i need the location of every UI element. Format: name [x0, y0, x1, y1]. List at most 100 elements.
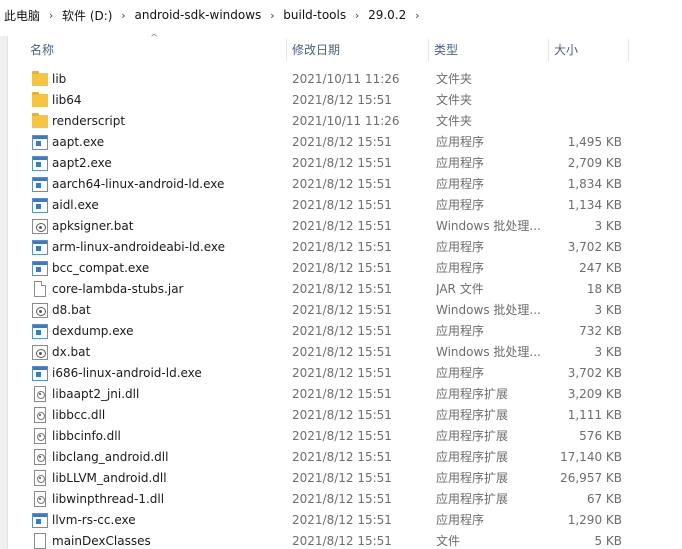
file-row[interactable]: libaapt2_jni.dll 2021/8/12 15:51 应用程序扩展 3,2…: [24, 384, 682, 405]
file-modified-date: 2021/8/12 15:51: [292, 450, 392, 464]
file-name: apksigner.bat: [52, 219, 134, 233]
file-size: 3 KB: [594, 219, 622, 233]
column-header-date[interactable]: 修改日期: [286, 35, 428, 65]
file-row[interactable]: mainDexClasses 2021/8/12 15:51 文件 5 KB: [24, 531, 682, 549]
file-modified-date: 2021/8/12 15:51: [292, 324, 392, 338]
file-type: 应用程序: [436, 513, 485, 527]
chevron-right-icon[interactable]: ›: [408, 9, 426, 22]
file-row[interactable]: renderscript 2021/10/11 11:26 文件夹: [24, 111, 682, 132]
file-row[interactable]: llvm-rs-cc.exe 2021/8/12 15:51 应用程序 1,290 K…: [24, 510, 682, 531]
file-name: aapt2.exe: [52, 156, 112, 170]
file-modified-date: 2021/10/11 11:26: [292, 114, 400, 128]
file-name: dx.bat: [52, 345, 91, 359]
file-size: 67 KB: [586, 492, 622, 506]
chevron-right-icon[interactable]: ›: [263, 9, 281, 22]
file-type: 文件夹: [436, 93, 473, 107]
file-size: 1,290 KB: [567, 513, 622, 527]
dll-icon: [34, 470, 46, 486]
chevron-right-icon[interactable]: ›: [114, 9, 132, 22]
file-size: 1,134 KB: [567, 198, 622, 212]
file-size: 26,957 KB: [560, 471, 622, 485]
bat-icon: [32, 345, 48, 360]
file-row[interactable]: apksigner.bat 2021/8/12 15:51 Windows 批处理.…: [24, 216, 682, 237]
file-name: bcc_compat.exe: [52, 261, 150, 275]
file-name: libwinpthread-1.dll: [52, 492, 165, 506]
file-modified-date: 2021/8/12 15:51: [292, 513, 392, 527]
file-size: 732 KB: [579, 324, 622, 338]
exe-icon: [32, 177, 48, 192]
file-modified-date: 2021/10/11 11:26: [292, 72, 400, 86]
breadcrumb-item-current-folder[interactable]: 29.0.2: [366, 8, 408, 22]
file-type: 应用程序扩展: [436, 471, 509, 485]
file-row[interactable]: libwinpthread-1.dll 2021/8/12 15:51 应用程序扩展…: [24, 489, 682, 510]
file-name: libbcinfo.dll: [52, 429, 121, 443]
file-row[interactable]: aapt2.exe 2021/8/12 15:51 应用程序 2,709 KB: [24, 153, 682, 174]
breadcrumb-item-android-sdk[interactable]: android-sdk-windows: [132, 8, 263, 22]
file-modified-date: 2021/8/12 15:51: [292, 135, 392, 149]
file-modified-date: 2021/8/12 15:51: [292, 471, 392, 485]
file-modified-date: 2021/8/12 15:51: [292, 492, 392, 506]
dll-icon: [34, 407, 46, 423]
file-row[interactable]: d8.bat 2021/8/12 15:51 Windows 批处理... 3 KB: [24, 300, 682, 321]
column-divider[interactable]: [628, 39, 629, 61]
file-modified-date: 2021/8/12 15:51: [292, 534, 392, 548]
file-row[interactable]: dx.bat 2021/8/12 15:51 Windows 批处理... 3 KB: [24, 342, 682, 363]
file-row[interactable]: core-lambda-stubs.jar 2021/8/12 15:51 JAR …: [24, 279, 682, 300]
file-size: 3,209 KB: [567, 387, 622, 401]
file-row[interactable]: lib64 2021/8/12 15:51 文件夹: [24, 90, 682, 111]
file-icon: [34, 533, 46, 549]
file-type: JAR 文件: [436, 282, 484, 296]
file-modified-date: 2021/8/12 15:51: [292, 366, 392, 380]
file-size: 1,834 KB: [567, 177, 622, 191]
breadcrumb: 此电脑 › 软件 (D:) › android-sdk-windows › bu…: [0, 0, 682, 30]
file-row[interactable]: libbcinfo.dll 2021/8/12 15:51 应用程序扩展 576 KB: [24, 426, 682, 447]
file-type: 应用程序: [436, 324, 485, 338]
column-header-type[interactable]: 类型: [428, 35, 548, 65]
file-type: 应用程序: [436, 177, 485, 191]
file-row[interactable]: dexdump.exe 2021/8/12 15:51 应用程序 732 KB: [24, 321, 682, 342]
file-row[interactable]: arm-linux-androideabi-ld.exe 2021/8/12 15…: [24, 237, 682, 258]
column-header-name[interactable]: 名称: [24, 35, 284, 65]
file-type: 应用程序: [436, 240, 485, 254]
file-row[interactable]: libLLVM_android.dll 2021/8/12 15:51 应用程序扩展…: [24, 468, 682, 489]
file-size: 247 KB: [579, 261, 622, 275]
file-type: 应用程序: [436, 198, 485, 212]
file-modified-date: 2021/8/12 15:51: [292, 177, 392, 191]
file-type: 应用程序扩展: [436, 408, 509, 422]
breadcrumb-item-this-pc[interactable]: 此电脑: [2, 7, 42, 24]
dll-icon: [34, 386, 46, 402]
file-row[interactable]: lib 2021/10/11 11:26 文件夹: [24, 69, 682, 90]
exe-icon: [32, 513, 48, 528]
file-row[interactable]: libclang_android.dll 2021/8/12 15:51 应用程序扩…: [24, 447, 682, 468]
file-name: dexdump.exe: [52, 324, 134, 338]
file-type: Windows 批处理...: [436, 219, 541, 233]
file-type: Windows 批处理...: [436, 303, 541, 317]
file-name: lib64: [52, 93, 82, 107]
file-modified-date: 2021/8/12 15:51: [292, 282, 392, 296]
file-row[interactable]: i686-linux-android-ld.exe 2021/8/12 15:51…: [24, 363, 682, 384]
bat-icon: [32, 303, 48, 318]
file-type: 文件夹: [436, 72, 473, 86]
breadcrumb-item-drive-d[interactable]: 软件 (D:): [60, 7, 114, 24]
file-name: d8.bat: [52, 303, 91, 317]
file-name: mainDexClasses: [52, 534, 151, 548]
file-row[interactable]: aidl.exe 2021/8/12 15:51 应用程序 1,134 KB: [24, 195, 682, 216]
column-header-size[interactable]: 大小: [548, 35, 628, 65]
file-name: llvm-rs-cc.exe: [52, 513, 136, 527]
dll-icon: [34, 428, 46, 444]
chevron-right-icon[interactable]: ›: [348, 9, 366, 22]
file-row[interactable]: aarch64-linux-android-ld.exe 2021/8/12 15…: [24, 174, 682, 195]
file-row[interactable]: bcc_compat.exe 2021/8/12 15:51 应用程序 247 KB: [24, 258, 682, 279]
file-type: 应用程序: [436, 261, 485, 275]
folder-icon: [32, 71, 48, 86]
file-type: 应用程序: [436, 135, 485, 149]
chevron-right-icon[interactable]: ›: [42, 9, 60, 22]
file-row[interactable]: aapt.exe 2021/8/12 15:51 应用程序 1,495 KB: [24, 132, 682, 153]
breadcrumb-item-build-tools[interactable]: build-tools: [281, 8, 348, 22]
bat-icon: [32, 219, 48, 234]
file-row[interactable]: libbcc.dll 2021/8/12 15:51 应用程序扩展 1,111 KB: [24, 405, 682, 426]
exe-icon: [32, 135, 48, 150]
folder-icon: [32, 92, 48, 107]
file-type: 应用程序扩展: [436, 429, 509, 443]
exe-icon: [32, 324, 48, 339]
